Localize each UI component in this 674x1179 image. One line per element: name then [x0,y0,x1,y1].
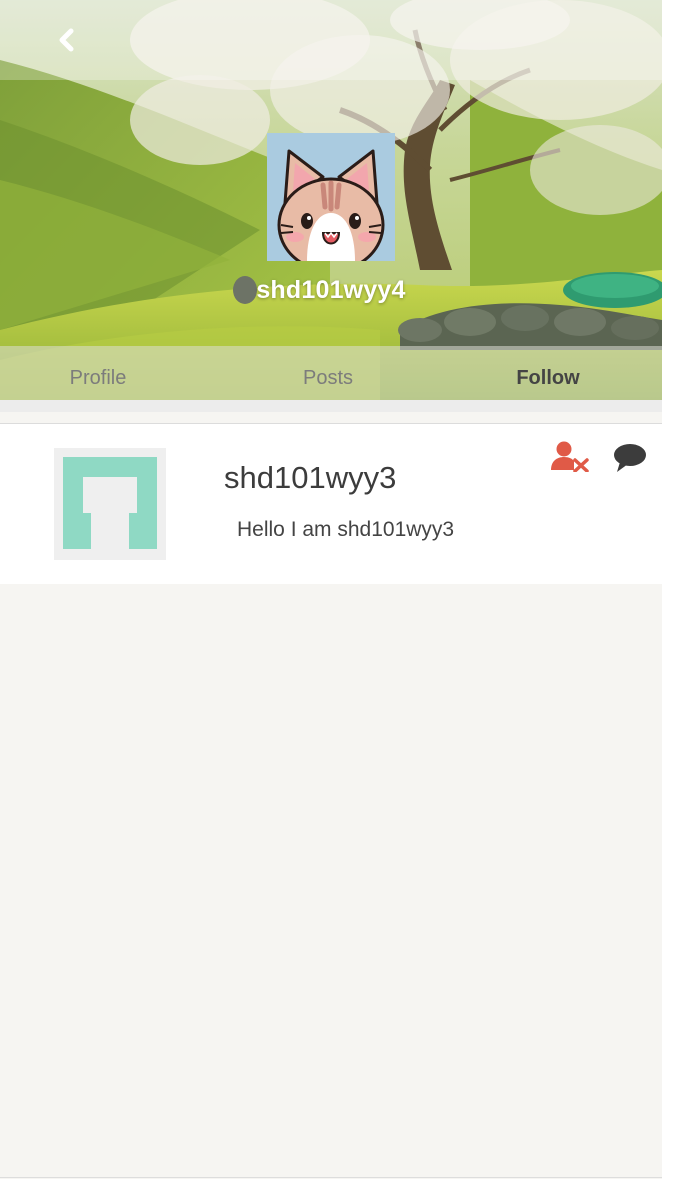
cat-face-avatar-icon [267,133,395,261]
profile-username: shd101wyy4 [256,276,406,304]
section-separator [0,400,662,412]
list-item[interactable]: shd101wyy3 Hello I am shd101wyy3 [0,424,662,584]
top-navigation-bar [0,0,662,80]
back-button[interactable] [48,20,88,60]
chevron-left-icon [59,28,74,52]
tab-posts[interactable]: Posts [268,346,388,400]
user-name[interactable]: shd101wyy3 [224,460,396,496]
chat-bubble-icon [614,444,646,472]
profile-tabs: Profile Posts Follow [0,346,662,400]
identicon-avatar-icon [54,448,166,560]
tab-profile[interactable]: Profile [38,346,158,400]
bottom-divider [0,1177,662,1178]
chat-button[interactable] [612,442,648,474]
unfollow-button[interactable] [550,440,590,472]
user-avatar[interactable] [54,448,166,560]
user-bio: Hello I am shd101wyy3 [237,518,455,541]
tab-follow[interactable]: Follow [488,346,608,400]
profile-cover: shd101wyy4 Profile Posts Follow [0,0,662,400]
profile-avatar[interactable] [267,133,395,261]
unfollow-user-icon [551,441,589,472]
app: shd101wyy4 Profile Posts Follow shd101wy… [0,0,662,1179]
